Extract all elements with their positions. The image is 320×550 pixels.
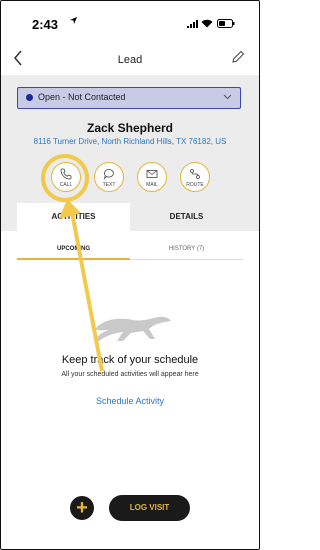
- call-button[interactable]: CALL: [51, 162, 81, 192]
- subtab-history[interactable]: HISTORY (7): [130, 239, 243, 259]
- call-label: CALL: [59, 182, 73, 188]
- contact-address[interactable]: 8116 Turner Drive, North Richland Hills,…: [1, 137, 259, 146]
- contact-name: Zack Shepherd: [86, 121, 174, 135]
- add-button[interactable]: +: [70, 496, 94, 520]
- lead-tabs: ACTIVITIES DETAILS: [17, 203, 243, 231]
- text-label: TEXT: [102, 182, 116, 188]
- location-arrow-icon: [69, 16, 78, 25]
- log-visit-button[interactable]: LOG VISIT: [109, 495, 190, 521]
- running-cheetah-icon: [95, 316, 171, 341]
- lead-status-dropdown[interactable]: Open - Not Contacted: [17, 87, 241, 109]
- phone-icon: [60, 168, 72, 180]
- activity-subtabs: UPCOMING HISTORY (7): [17, 239, 243, 259]
- tab-activities[interactable]: ACTIVITIES: [17, 203, 130, 231]
- battery-icon: [217, 19, 235, 28]
- active-subtab-indicator: [17, 258, 130, 260]
- empty-state-title: Keep track of your schedule: [61, 354, 199, 366]
- subtab-divider: [130, 259, 243, 260]
- edit-pencil-icon[interactable]: [231, 50, 245, 64]
- annotation-arrow-shaft: [69, 206, 104, 372]
- subtab-upcoming[interactable]: UPCOMING: [17, 239, 130, 259]
- mail-button[interactable]: MAIL: [137, 162, 167, 192]
- route-label: ROUTE: [186, 182, 204, 188]
- empty-state-subtitle: All your scheduled activities will appea…: [61, 371, 199, 378]
- cellular-signal-icon: [187, 20, 198, 28]
- lead-status-value: Open - Not Contacted: [38, 92, 126, 102]
- tab-details[interactable]: DETAILS: [130, 203, 243, 231]
- phone-screen: 2:43 Lead Open - Not Contacted Zack Shep…: [0, 0, 260, 550]
- route-button[interactable]: ROUTE: [180, 162, 210, 192]
- chevron-down-icon: [223, 94, 232, 100]
- page-title: Lead: [117, 54, 143, 66]
- envelope-icon: [146, 170, 158, 178]
- plus-icon: +: [76, 497, 88, 519]
- status-time: 2:43: [32, 17, 59, 32]
- chat-bubble-icon: [103, 169, 114, 180]
- route-icon: [190, 169, 200, 179]
- mail-label: MAIL: [146, 182, 158, 188]
- text-button[interactable]: TEXT: [94, 162, 124, 192]
- wifi-icon: [201, 19, 213, 28]
- nav-bar: Lead: [1, 45, 259, 75]
- status-bar: 2:43: [1, 1, 259, 45]
- status-dot-icon: [26, 94, 33, 101]
- schedule-activity-link[interactable]: Schedule Activity: [1, 396, 259, 406]
